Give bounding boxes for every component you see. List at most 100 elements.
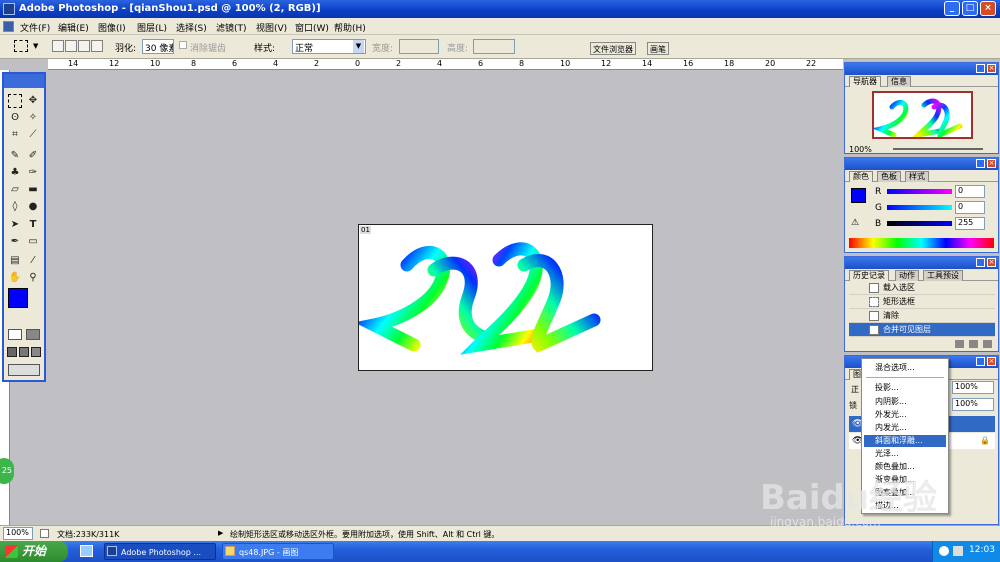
close-button[interactable]: ×	[980, 1, 996, 16]
lasso-tool-icon[interactable]: ʘ	[8, 111, 22, 125]
history-item[interactable]: 矩形选框	[849, 295, 995, 309]
document-canvas[interactable]: 01	[354, 224, 653, 371]
tab-color[interactable]: 颜色	[849, 171, 873, 182]
shape-tool-icon[interactable]: ▭	[26, 235, 40, 249]
blend-mode-select[interactable]: 正	[851, 384, 859, 395]
menu-file[interactable]: 文件(F)	[20, 21, 50, 34]
zoom-tool-icon[interactable]: ⚲	[26, 271, 40, 285]
close-panel-icon[interactable]: ×	[987, 159, 996, 168]
blur-tool-icon[interactable]: ◊	[8, 200, 22, 214]
document-size[interactable]: 文档:233K/311K	[57, 529, 119, 540]
close-panel-icon[interactable]: ×	[987, 64, 996, 73]
menu-view[interactable]: 视图(V)	[256, 21, 287, 34]
new-document-from-state-icon[interactable]	[955, 340, 964, 348]
tab-file-browser[interactable]: 文件浏览器	[590, 42, 636, 55]
history-item[interactable]: 载入选区	[849, 281, 995, 295]
height-input[interactable]	[473, 39, 515, 54]
menu-item-inner-shadow[interactable]: 内阴影...	[864, 396, 946, 408]
navigator-zoom-slider[interactable]	[893, 148, 983, 150]
menu-item-satin[interactable]: 光泽...	[864, 448, 946, 460]
taskbar-item-paint[interactable]: qs48.JPG - 画图	[222, 543, 334, 560]
path-select-tool-icon[interactable]: ➤	[8, 218, 22, 232]
history-brush-tool-icon[interactable]: ✑	[26, 166, 40, 180]
intersect-selection-icon[interactable]	[91, 40, 103, 52]
clock[interactable]: 12:03	[969, 545, 995, 555]
screen-mode-full-icon[interactable]	[31, 347, 41, 357]
tab-info[interactable]: 信息	[887, 76, 911, 87]
g-input[interactable]: 0	[955, 201, 985, 214]
menu-item-outer-glow[interactable]: 外发光...	[864, 409, 946, 421]
b-input[interactable]: 255	[955, 217, 985, 230]
tab-actions[interactable]: 动作	[895, 270, 919, 281]
feather-input[interactable]: 30 像素	[142, 39, 174, 54]
antialias-checkbox[interactable]	[179, 41, 187, 49]
tab-swatches[interactable]: 色板	[877, 171, 901, 182]
minimize-panel-icon[interactable]	[976, 159, 985, 168]
tab-tool-presets[interactable]: 工具预设	[923, 270, 963, 281]
standard-mode-icon[interactable]	[8, 329, 22, 340]
tab-brushes[interactable]: 画笔	[647, 42, 669, 55]
gamut-warning-icon[interactable]: ⚠	[851, 218, 859, 228]
rect-marquee-tool-icon[interactable]	[8, 94, 22, 108]
jump-to-imageready-icon[interactable]	[8, 364, 40, 376]
g-slider[interactable]	[887, 205, 952, 210]
tab-navigator[interactable]: 导航器	[849, 76, 881, 87]
history-panel-header[interactable]: ×	[845, 257, 998, 269]
taskbar-item-photoshop[interactable]: Adobe Photoshop ...	[104, 543, 216, 560]
slice-tool-icon[interactable]: ⟋	[26, 128, 40, 142]
menu-item-inner-glow[interactable]: 内发光...	[864, 422, 946, 434]
quick-launch-desktop-icon[interactable]	[80, 545, 93, 557]
crop-tool-icon[interactable]: ⌗	[8, 128, 22, 142]
chevron-down-icon[interactable]: ▼	[33, 42, 38, 50]
menu-item-drop-shadow[interactable]: 投影...	[864, 382, 946, 394]
notes-tool-icon[interactable]: ▤	[8, 254, 22, 268]
minimize-panel-icon[interactable]	[976, 258, 985, 267]
navigator-panel-header[interactable]: ×	[845, 63, 998, 75]
move-tool-icon[interactable]: ✥	[26, 94, 40, 108]
menu-image[interactable]: 图像(I)	[98, 21, 126, 34]
color-panel-header[interactable]: ×	[845, 158, 998, 170]
color-ramp[interactable]	[849, 238, 994, 248]
add-selection-icon[interactable]	[65, 40, 77, 52]
menu-filter[interactable]: 滤镜(T)	[216, 21, 247, 34]
chevron-down-icon[interactable]: ▼	[353, 40, 364, 53]
minimize-button[interactable]: _	[944, 1, 960, 16]
delete-state-icon[interactable]	[983, 340, 992, 348]
floating-badge[interactable]: 25	[0, 458, 14, 484]
minimize-panel-icon[interactable]	[976, 357, 985, 366]
maximize-button[interactable]: □	[962, 1, 978, 16]
menu-item-bevel-emboss[interactable]: 斜面和浮雕...	[864, 435, 946, 447]
foreground-color-swatch[interactable]	[8, 288, 28, 308]
navigator-preview[interactable]	[872, 91, 973, 139]
history-item[interactable]: 清除	[849, 309, 995, 323]
tab-styles[interactable]: 样式	[905, 171, 929, 182]
opacity-input[interactable]: 100%	[952, 381, 994, 394]
close-panel-icon[interactable]: ×	[987, 258, 996, 267]
subtract-selection-icon[interactable]	[78, 40, 90, 52]
menu-edit[interactable]: 编辑(E)	[58, 21, 89, 34]
width-input[interactable]	[399, 39, 439, 54]
brush-tool-icon[interactable]: ✐	[26, 149, 40, 163]
layer-lock-icon[interactable]: 🔒	[980, 436, 990, 445]
r-input[interactable]: 0	[955, 185, 985, 198]
fill-input[interactable]: 100%	[952, 398, 994, 411]
type-tool-icon[interactable]: T	[26, 218, 40, 232]
menu-item-blending-options[interactable]: 混合选项...	[864, 362, 946, 374]
style-select[interactable]: 正常 ▼	[292, 39, 366, 54]
screen-mode-full-menu-icon[interactable]	[19, 347, 29, 357]
tab-history[interactable]: 历史记录	[849, 270, 889, 281]
status-arrow-icon[interactable]: ▶	[218, 529, 223, 537]
close-panel-icon[interactable]: ×	[987, 357, 996, 366]
navigator-zoom[interactable]: 100%	[849, 145, 872, 154]
menu-help[interactable]: 帮助(H)	[334, 21, 366, 34]
network-icon[interactable]	[939, 546, 949, 556]
clone-stamp-tool-icon[interactable]: ♣	[8, 166, 22, 180]
hand-tool-icon[interactable]: ✋	[8, 271, 22, 285]
magic-wand-tool-icon[interactable]: ✧	[26, 111, 40, 125]
marquee-tool-preset-icon[interactable]	[14, 40, 28, 52]
r-slider[interactable]	[887, 189, 952, 194]
status-zoom-input[interactable]: 100%	[3, 527, 33, 540]
b-slider[interactable]	[887, 221, 952, 226]
healing-brush-tool-icon[interactable]: ✎	[8, 149, 22, 163]
menu-layer[interactable]: 图层(L)	[137, 21, 167, 34]
